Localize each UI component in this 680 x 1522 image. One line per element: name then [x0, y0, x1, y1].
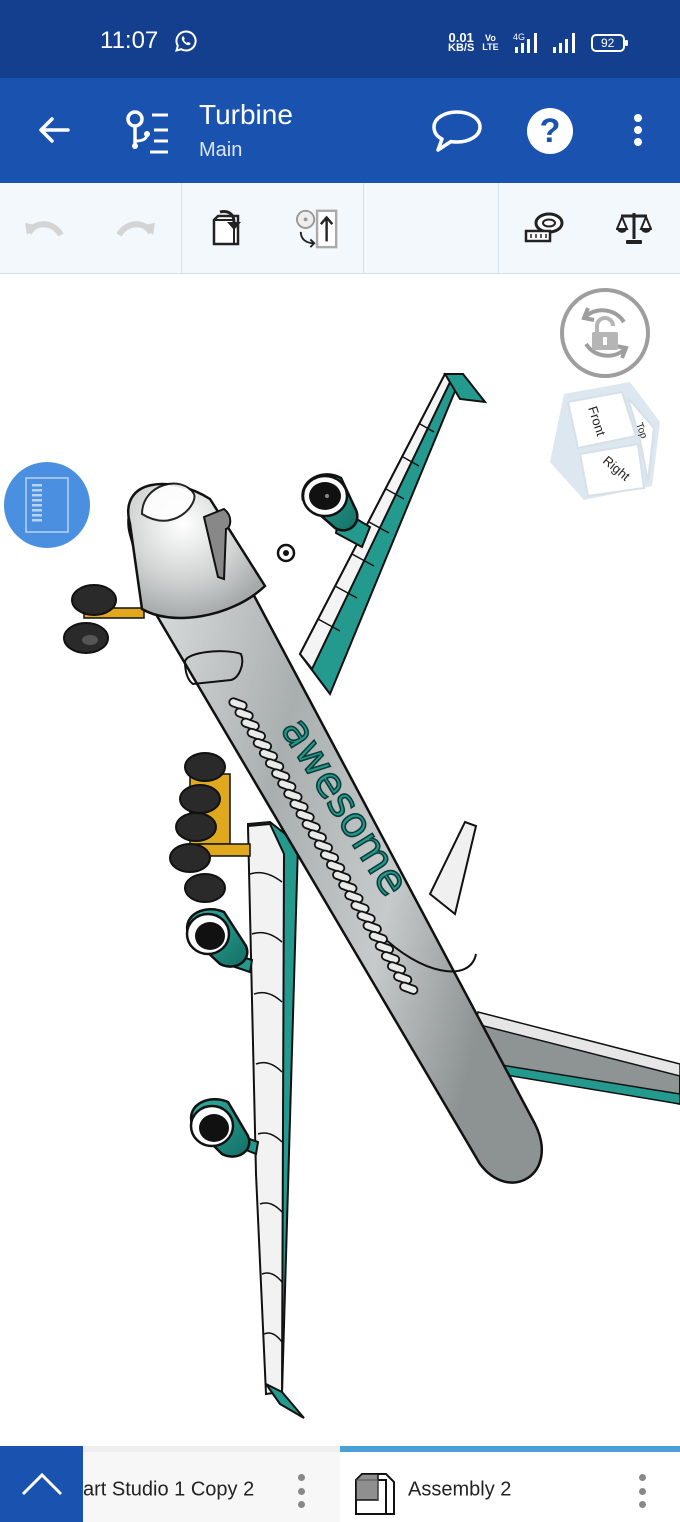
- origin-marker: [276, 543, 296, 563]
- scale-icon: [616, 213, 652, 244]
- tab-part-studio-copy[interactable]: art Studio 1 Copy 2: [83, 1446, 340, 1522]
- wing-right: [298, 372, 488, 697]
- wing-left: [246, 820, 305, 1419]
- redo-icon: [116, 221, 155, 237]
- engine-lower-left-inner: [185, 907, 254, 974]
- bottom-tab-bar: art Studio 1 Copy 2 Assembly 2: [0, 1446, 680, 1522]
- measure-button[interactable]: [522, 208, 566, 248]
- feature-list-button[interactable]: [4, 462, 90, 548]
- document-title: Turbine: [199, 99, 293, 130]
- volte-indicator: Vo LTE: [482, 33, 499, 52]
- whatsapp-icon: [175, 30, 197, 52]
- undo-button[interactable]: [23, 208, 67, 248]
- svg-text:4G: 4G: [513, 32, 525, 42]
- signal-4g-icon: 4G: [513, 32, 537, 53]
- tab-label: Assembly 2: [408, 1478, 512, 1501]
- engine-lower-left-outer: [189, 1097, 260, 1158]
- version-tree-icon[interactable]: [124, 108, 170, 154]
- 3d-viewport[interactable]: awesome Front Top Right: [0, 274, 680, 1446]
- view-cube[interactable]: Front Top Right: [544, 378, 664, 504]
- branch-name[interactable]: Main: [199, 139, 242, 162]
- measure-tape-icon: [524, 212, 564, 243]
- expand-tabs-button[interactable]: [0, 1446, 83, 1522]
- comment-icon[interactable]: [430, 108, 484, 154]
- rotate-lock-button[interactable]: [558, 286, 652, 380]
- insert-part-button[interactable]: [206, 208, 250, 248]
- status-icons: 0.01 KB/S Vo LTE 4G 92: [448, 30, 628, 56]
- more-vert-icon[interactable]: [624, 110, 652, 150]
- tab-assembly[interactable]: Assembly 2: [340, 1446, 680, 1522]
- mate-connector-button[interactable]: [296, 208, 340, 249]
- tab-menu-icon[interactable]: [634, 1474, 650, 1508]
- network-speed: 0.01 KB/S: [448, 30, 475, 54]
- status-bar: 11:07 0.01 KB/S Vo LTE 4G 92: [0, 0, 680, 78]
- clock: 11:07: [100, 27, 159, 54]
- tab-menu-icon[interactable]: [293, 1474, 309, 1508]
- help-icon[interactable]: ?: [527, 108, 573, 154]
- tab-label: art Studio 1 Copy 2: [83, 1478, 255, 1501]
- toolbar: [0, 183, 680, 274]
- chevron-up-icon: [21, 1472, 62, 1496]
- mass-properties-button[interactable]: [612, 208, 656, 248]
- battery-icon: 92: [590, 34, 628, 52]
- insert-icon: [212, 210, 241, 246]
- engine-upper-right: [301, 473, 372, 549]
- back-arrow-icon[interactable]: [34, 110, 74, 150]
- app-bar: Turbine Main ?: [0, 78, 680, 183]
- tail-fin: [428, 820, 478, 916]
- signal-icon: [552, 33, 575, 53]
- assembly-icon: [355, 1473, 395, 1515]
- list-icon: [25, 477, 69, 533]
- mate-connector-icon: [296, 209, 338, 249]
- undo-icon: [25, 221, 64, 237]
- redo-button[interactable]: [113, 208, 157, 248]
